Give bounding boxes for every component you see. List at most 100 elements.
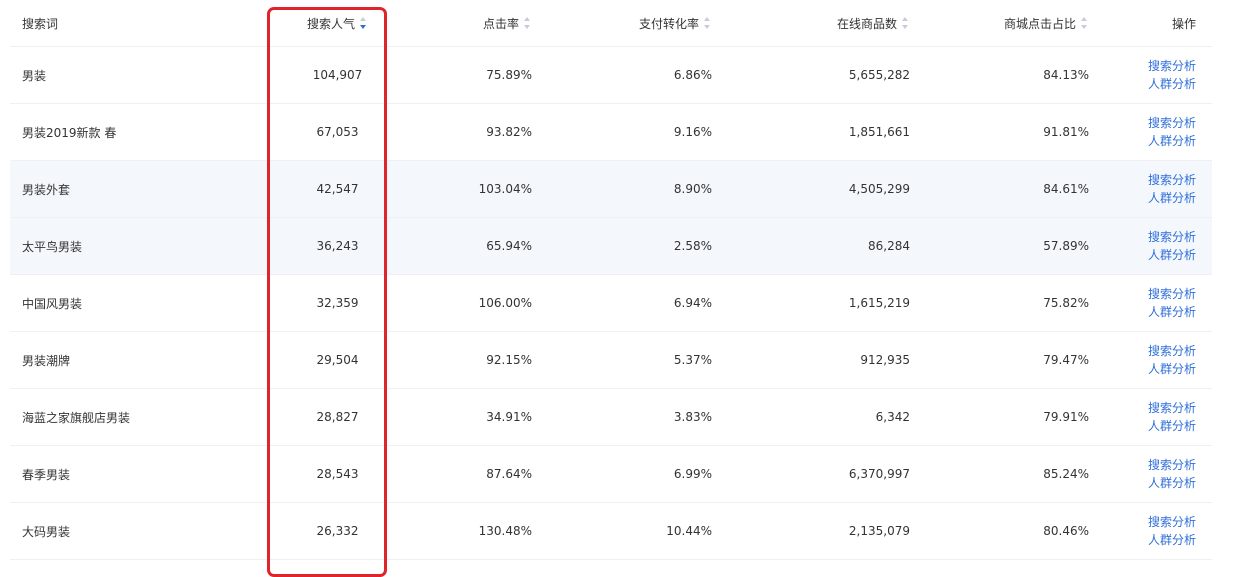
cell-ctr: 34.91%: [486, 410, 532, 424]
search-analysis-link[interactable]: 搜索分析: [1148, 285, 1196, 303]
crowd-analysis-link[interactable]: 人群分析: [1148, 75, 1196, 93]
cell-ctr: 106.00%: [478, 296, 532, 310]
crowd-analysis-link[interactable]: 人群分析: [1148, 474, 1196, 492]
cell-conversion: 3.83%: [673, 410, 712, 424]
table-row: 海蓝之家旗舰店男装 28,827 34.91% 3.83% 6,342 79.91% 搜索分…: [10, 389, 1212, 446]
sort-icon[interactable]: [902, 17, 910, 29]
cell-mall-click-share: 91.81%: [1043, 125, 1089, 139]
table-row: 男装外套 42,547 103.04% 8.90% 4,505,299 84.61% 搜索分…: [10, 161, 1212, 218]
table-row: 男装2019新款 春 67,053 93.82% 9.16% 1,851,661 91.8…: [10, 104, 1212, 161]
table-row: 男装潮牌 29,504 92.15% 5.37% 912,935 79.47% 搜索分析 人群…: [10, 332, 1212, 389]
row-actions: 搜索分析 人群分析: [1148, 161, 1196, 217]
cell-keyword: 男装: [22, 68, 47, 83]
crowd-analysis-link[interactable]: 人群分析: [1148, 417, 1196, 435]
table-row: 春季男装 28,543 87.64% 6.99% 6,370,997 85.24% 搜索分析…: [10, 446, 1212, 503]
row-actions: 搜索分析 人群分析: [1148, 47, 1196, 103]
search-analysis-link[interactable]: 搜索分析: [1148, 114, 1196, 132]
header-ctr[interactable]: 点击率: [483, 0, 532, 46]
cell-online-products: 86,284: [868, 239, 910, 253]
cell-mall-click-share: 84.13%: [1043, 68, 1089, 82]
search-analysis-link[interactable]: 搜索分析: [1148, 57, 1196, 75]
crowd-analysis-link[interactable]: 人群分析: [1148, 246, 1196, 264]
table-body: 男装 104,907 75.89% 6.86% 5,655,282 84.13% 搜索分析人…: [10, 47, 1212, 560]
cell-keyword: 海蓝之家旗舰店男装: [22, 410, 131, 425]
header-action-label: 操作: [1171, 16, 1196, 31]
crowd-analysis-link[interactable]: 人群分析: [1148, 189, 1196, 207]
row-actions: 搜索分析 人群分析: [1148, 389, 1196, 445]
sort-icon[interactable]: [704, 17, 712, 29]
cell-ctr: 87.64%: [486, 467, 532, 481]
cell-keyword: 中国风男装: [22, 296, 83, 311]
table-row: 男装 104,907 75.89% 6.86% 5,655,282 84.13% 搜索分析人…: [10, 47, 1212, 104]
header-online-products[interactable]: 在线商品数: [837, 0, 910, 46]
row-actions: 搜索分析 人群分析: [1148, 275, 1196, 331]
cell-conversion: 10.44%: [666, 524, 712, 538]
keyword-table: 搜索词 搜索人气 点击率 支付转化率 在线商品数 商城点击占比 操作 男装 104…: [10, 0, 1212, 560]
header-ctr-label: 点击率: [482, 16, 519, 31]
cell-ctr: 130.48%: [478, 524, 532, 538]
cell-keyword: 太平鸟男装: [22, 239, 83, 254]
header-action: 操作: [1172, 0, 1196, 46]
cell-ctr: 75.89%: [486, 68, 532, 82]
header-keyword: 搜索词: [22, 0, 58, 46]
crowd-analysis-link[interactable]: 人群分析: [1148, 132, 1196, 150]
cell-ctr: 65.94%: [486, 239, 532, 253]
cell-mall-click-share: 80.46%: [1043, 524, 1089, 538]
search-analysis-link[interactable]: 搜索分析: [1148, 513, 1196, 531]
cell-mall-click-share: 85.24%: [1043, 467, 1089, 481]
cell-conversion: 8.90%: [673, 182, 712, 196]
cell-ctr: 103.04%: [478, 182, 532, 196]
cell-conversion: 6.99%: [673, 467, 712, 481]
sort-icon[interactable]: [524, 17, 532, 29]
cell-ctr: 92.15%: [486, 353, 532, 367]
sort-icon[interactable]: [1081, 17, 1089, 29]
cell-online-products: 6,370,997: [848, 467, 910, 481]
header-popularity-label: 搜索人气: [306, 16, 355, 31]
cell-online-products: 4,505,299: [848, 182, 910, 196]
search-analysis-link[interactable]: 搜索分析: [1148, 171, 1196, 189]
row-actions: 搜索分析 人群分析: [1148, 503, 1196, 559]
cell-online-products: 912,935: [860, 353, 910, 367]
table-row: 大码男装 26,332 130.48% 10.44% 2,135,079 80.46% 搜索…: [10, 503, 1212, 560]
header-mall-click-share[interactable]: 商城点击占比: [1004, 0, 1089, 46]
cell-conversion: 6.86%: [673, 68, 712, 82]
cell-popularity: 26,332: [316, 524, 359, 538]
cell-popularity: 42,547: [316, 182, 359, 196]
cell-online-products: 2,135,079: [848, 524, 910, 538]
search-analysis-link[interactable]: 搜索分析: [1148, 399, 1196, 417]
cell-keyword: 男装潮牌: [22, 353, 71, 368]
crowd-analysis-link[interactable]: 人群分析: [1148, 531, 1196, 549]
cell-online-products: 1,851,661: [848, 125, 910, 139]
cell-keyword: 大码男装: [22, 524, 71, 539]
cell-mall-click-share: 79.47%: [1043, 353, 1089, 367]
search-analysis-link[interactable]: 搜索分析: [1148, 342, 1196, 360]
cell-popularity: 28,543: [316, 467, 359, 481]
cell-mall-click-share: 84.61%: [1043, 182, 1089, 196]
cell-popularity: 29,504: [316, 353, 359, 367]
cell-ctr: 93.82%: [486, 125, 532, 139]
cell-mall-click-share: 75.82%: [1043, 296, 1089, 310]
search-analysis-link[interactable]: 搜索分析: [1148, 456, 1196, 474]
row-actions: 搜索分析 人群分析: [1148, 104, 1196, 160]
cell-conversion: 2.58%: [673, 239, 712, 253]
header-mall-click-share-label: 商城点击占比: [1003, 16, 1076, 31]
header-conversion-label: 支付转化率: [638, 16, 699, 31]
header-popularity[interactable]: 搜索人气: [275, 0, 400, 46]
table-header-row: 搜索词 搜索人气 点击率 支付转化率 在线商品数 商城点击占比 操作: [10, 0, 1212, 47]
cell-conversion: 9.16%: [673, 125, 712, 139]
search-analysis-link[interactable]: 搜索分析: [1148, 228, 1196, 246]
cell-keyword: 春季男装: [22, 467, 71, 482]
cell-popularity: 36,243: [316, 239, 359, 253]
cell-online-products: 5,655,282: [848, 68, 910, 82]
cell-popularity: 67,053: [316, 125, 359, 139]
crowd-analysis-link[interactable]: 人群分析: [1148, 303, 1196, 321]
cell-popularity: 32,359: [316, 296, 359, 310]
crowd-analysis-link[interactable]: 人群分析: [1148, 360, 1196, 378]
header-conversion[interactable]: 支付转化率: [639, 0, 712, 46]
cell-conversion: 6.94%: [673, 296, 712, 310]
cell-popularity: 104,907: [312, 68, 363, 82]
cell-mall-click-share: 57.89%: [1043, 239, 1089, 253]
row-actions: 搜索分析 人群分析: [1148, 218, 1196, 274]
sort-descending-icon[interactable]: [360, 17, 368, 29]
table-row: 太平鸟男装 36,243 65.94% 2.58% 86,284 57.89% 搜索分析 人群…: [10, 218, 1212, 275]
